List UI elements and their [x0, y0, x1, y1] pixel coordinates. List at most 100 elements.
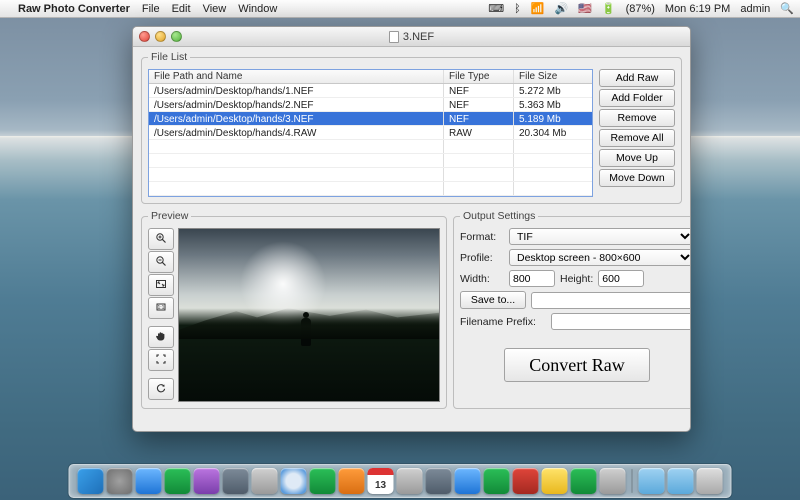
col-header-type[interactable]: File Type — [444, 70, 514, 83]
preview-legend: Preview — [148, 210, 191, 222]
menubar-clock[interactable]: Mon 6:19 PM — [665, 3, 730, 15]
minimize-button[interactable] — [155, 31, 166, 42]
reload-button[interactable] — [148, 378, 174, 400]
width-input[interactable] — [509, 270, 555, 287]
table-row[interactable]: /Users/admin/Desktop/hands/4.RAWRAW20.30… — [149, 126, 592, 140]
zoom-button[interactable] — [171, 31, 182, 42]
convert-raw-button[interactable]: Convert Raw — [504, 348, 649, 382]
save-to-button[interactable]: Save to... — [460, 291, 526, 309]
menubar-user[interactable]: admin — [740, 3, 770, 15]
cell-path — [149, 168, 444, 181]
width-label: Width: — [460, 273, 504, 285]
finder-icon[interactable] — [78, 468, 104, 494]
remove-button[interactable]: Remove — [599, 109, 675, 127]
cell-type: RAW — [444, 126, 514, 139]
numbers-icon[interactable] — [484, 468, 510, 494]
downloads-folder-icon[interactable] — [639, 468, 665, 494]
preview-icon[interactable] — [426, 468, 452, 494]
preview-image[interactable] — [178, 228, 440, 402]
menubar-left: Raw Photo Converter File Edit View Windo… — [6, 3, 277, 15]
save-path-input[interactable] — [531, 292, 691, 309]
cell-size — [514, 182, 592, 195]
launchpad-icon[interactable] — [107, 468, 133, 494]
close-button[interactable] — [139, 31, 150, 42]
table-row[interactable]: /Users/admin/Desktop/hands/3.NEFNEF5.189… — [149, 112, 592, 126]
remove-all-button[interactable]: Remove All — [599, 129, 675, 147]
format-select[interactable]: TIF — [509, 228, 691, 245]
height-input[interactable] — [598, 270, 644, 287]
window-titlebar[interactable]: 3.NEF — [133, 27, 690, 47]
cell-path — [149, 154, 444, 167]
output-settings-group: Output Settings Format: TIF Profile: Des… — [453, 210, 691, 409]
app-window: 3.NEF File List File Path and Name File … — [132, 26, 691, 432]
svg-text:1:1: 1:1 — [158, 305, 165, 311]
keyboard-layout-icon[interactable]: ⌨︎ — [488, 2, 504, 15]
dashboard-icon[interactable] — [223, 468, 249, 494]
documents-folder-icon[interactable] — [668, 468, 694, 494]
zoom-out-button[interactable] — [148, 251, 174, 273]
window-title-text: 3.NEF — [403, 31, 434, 43]
mail-icon[interactable] — [252, 468, 278, 494]
col-header-path[interactable]: File Path and Name — [149, 70, 444, 83]
window-content: File List File Path and Name File Type F… — [133, 47, 690, 423]
photobooth-icon[interactable] — [513, 468, 539, 494]
file-table-body: /Users/admin/Desktop/hands/1.NEFNEF5.272… — [149, 84, 592, 196]
dock-separator — [632, 469, 633, 493]
app-menu[interactable]: Raw Photo Converter — [18, 3, 130, 15]
menu-view[interactable]: View — [203, 3, 227, 15]
actual-size-button[interactable]: 1:1 — [148, 297, 174, 319]
filelist-legend: File List — [148, 51, 190, 63]
cell-size: 20.304 Mb — [514, 126, 592, 139]
bluetooth-icon[interactable]: ᛒ — [514, 3, 521, 15]
col-header-size[interactable]: File Size — [514, 70, 592, 83]
table-row[interactable]: /Users/admin/Desktop/hands/2.NEFNEF5.363… — [149, 98, 592, 112]
fit-window-button[interactable] — [148, 274, 174, 296]
filename-prefix-input[interactable] — [551, 313, 691, 330]
menu-edit[interactable]: Edit — [172, 3, 191, 15]
file-table-header: File Path and Name File Type File Size — [149, 70, 592, 84]
cell-path — [149, 182, 444, 195]
format-label: Format: — [460, 231, 504, 243]
move-up-button[interactable]: Move Up — [599, 149, 675, 167]
pan-hand-button[interactable] — [148, 326, 174, 348]
spotlight-icon[interactable]: 🔍 — [780, 2, 794, 15]
file-table[interactable]: File Path and Name File Type File Size /… — [148, 69, 593, 197]
imovie-icon[interactable] — [194, 468, 220, 494]
systemprefs-icon[interactable] — [600, 468, 626, 494]
cell-path: /Users/admin/Desktop/hands/1.NEF — [149, 84, 444, 97]
battery-icon[interactable]: 🔋 — [602, 2, 616, 15]
volume-icon[interactable]: 🔊 — [554, 2, 568, 15]
activity-icon[interactable] — [165, 468, 191, 494]
wifi-icon[interactable]: 📶 — [531, 2, 545, 15]
safari-icon[interactable] — [281, 468, 307, 494]
add-raw-button[interactable]: Add Raw — [599, 69, 675, 87]
reminders-icon[interactable] — [397, 468, 423, 494]
battery-percent: (87%) — [626, 3, 655, 15]
table-row[interactable]: /Users/admin/Desktop/hands/1.NEFNEF5.272… — [149, 84, 592, 98]
table-row — [149, 140, 592, 154]
cell-path — [149, 140, 444, 153]
menu-window[interactable]: Window — [238, 3, 277, 15]
flag-icon[interactable]: 🇺🇸 — [578, 2, 592, 15]
notes-icon[interactable] — [542, 468, 568, 494]
maps-icon[interactable] — [571, 468, 597, 494]
preview-group: Preview 1:1 — [141, 210, 447, 409]
menu-file[interactable]: File — [142, 3, 160, 15]
height-label: Height: — [560, 273, 593, 285]
cell-size — [514, 168, 592, 181]
fullscreen-button[interactable] — [148, 349, 174, 371]
filename-prefix-label: Filename Prefix: — [460, 316, 546, 328]
facetime-icon[interactable] — [310, 468, 336, 494]
output-legend: Output Settings — [460, 210, 538, 222]
contacts-icon[interactable] — [339, 468, 365, 494]
add-folder-button[interactable]: Add Folder — [599, 89, 675, 107]
app-store-icon[interactable] — [136, 468, 162, 494]
dock — [69, 464, 732, 498]
trash-icon[interactable] — [697, 468, 723, 494]
desktop: Raw Photo Converter File Edit View Windo… — [0, 0, 800, 500]
zoom-in-button[interactable] — [148, 228, 174, 250]
itunes-icon[interactable] — [455, 468, 481, 494]
calendar-icon[interactable] — [368, 468, 394, 494]
move-down-button[interactable]: Move Down — [599, 169, 675, 187]
profile-select[interactable]: Desktop screen - 800×600 — [509, 249, 691, 266]
